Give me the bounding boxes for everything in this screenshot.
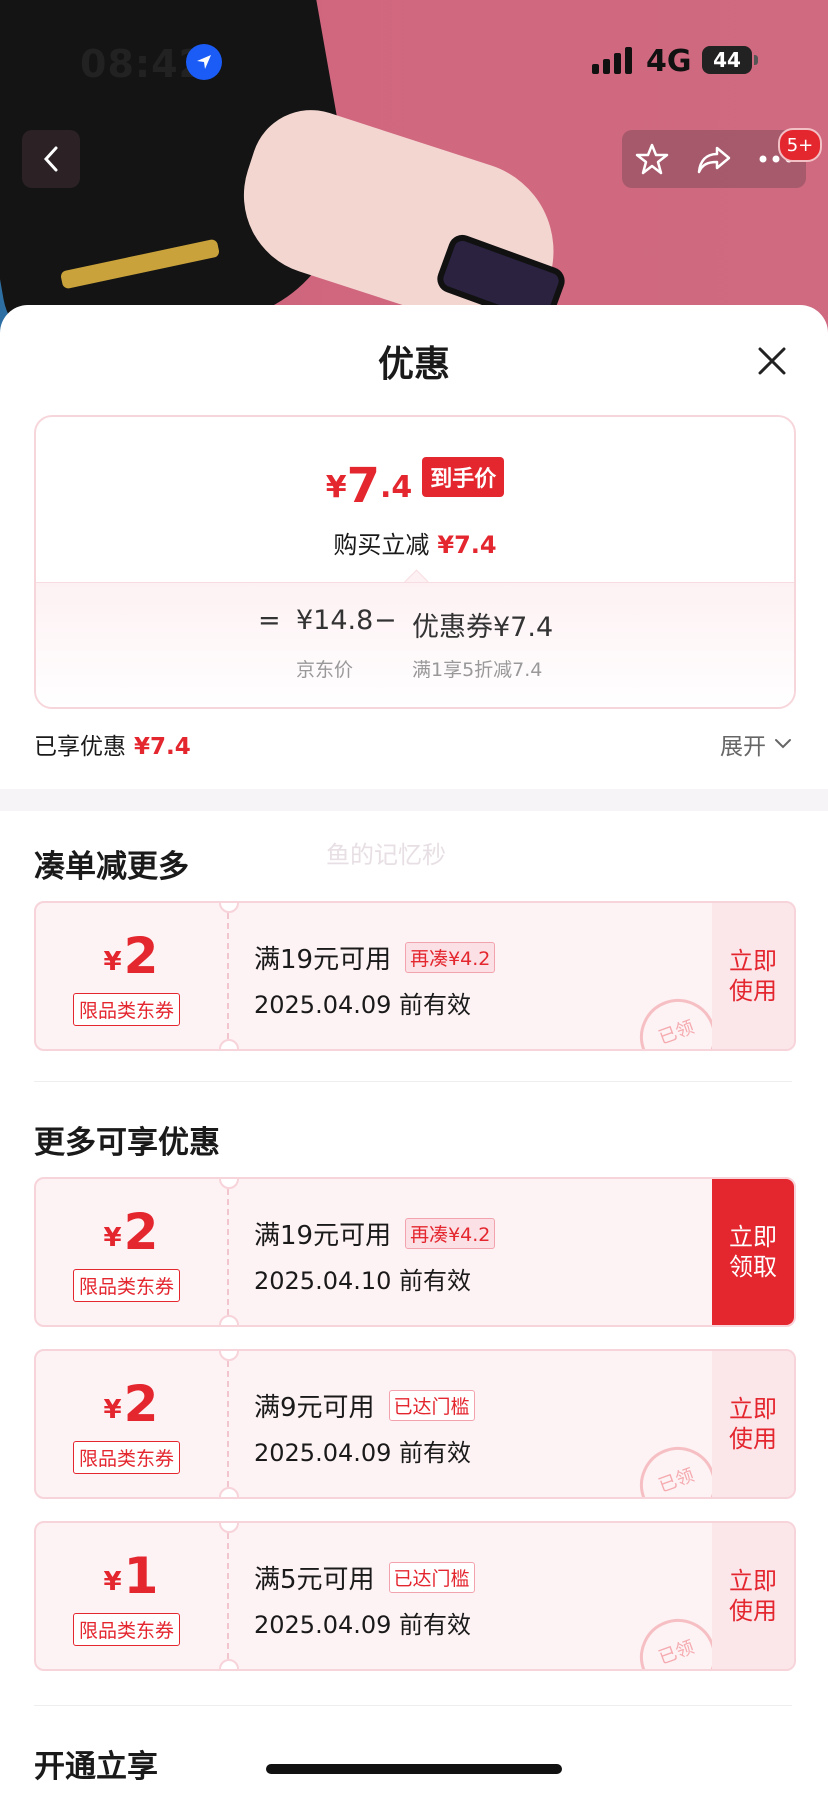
coupon-validity: 2025.04.09 前有效: [254, 1439, 472, 1467]
coupon-condition-text: 满19元可用: [254, 945, 392, 975]
discount-sheet: 优惠 ¥ 7 .4 到手价 购买立减 ¥7.4 = ¥14.8 − 优惠券¥7.4…: [0, 305, 828, 1796]
coupon-type: 限品类东券: [73, 1269, 181, 1302]
use-now-button[interactable]: 立即 使用: [712, 1351, 794, 1497]
perforation: [227, 1351, 229, 1497]
location-arrow-icon: [186, 44, 222, 80]
jd-price-label: 京东价: [296, 659, 354, 681]
coupon-type: 限品类东券: [73, 1613, 181, 1646]
coupon-card: ¥ 2 限品类东券 满19元可用 再凑¥4.2 2025.04.10 前有效 立…: [34, 1177, 796, 1327]
notch: [219, 1659, 239, 1669]
notch: [219, 1351, 239, 1361]
section-title-open: 开通立享: [34, 1749, 158, 1785]
coupon-condition-text: 满9元可用: [254, 1393, 375, 1423]
coupon-condition-text: 满19元可用: [254, 1221, 392, 1251]
notification-badge: 5+: [778, 128, 822, 162]
battery-icon: 44: [702, 46, 758, 74]
reduce-label: 购买立减: [333, 531, 430, 559]
coupon-card: ¥ 2 限品类东券 满9元可用 已达门槛 2025.04.09 前有效 已领 立…: [34, 1349, 796, 1499]
watermark: 鱼的记忆秒: [326, 841, 446, 869]
section-divider: [0, 789, 828, 811]
coupon-type: 限品类东券: [73, 993, 181, 1026]
final-price-tag: 到手价: [422, 457, 505, 497]
saved-discount: 已享优惠 ¥7.4: [34, 727, 191, 761]
coupon-validity: 2025.04.10 前有效: [254, 1267, 472, 1295]
coupon-chip: 再凑¥4.2: [405, 1218, 496, 1249]
coupon-condition-text: 满5元可用: [254, 1565, 375, 1595]
coupon-chip: 已达门槛: [388, 1390, 475, 1421]
coupon-amount: ¥ 2: [36, 1377, 226, 1431]
coupon-condition: 满19元可用 再凑¥4.2: [254, 939, 496, 976]
use-now-button[interactable]: 立即 使用: [712, 1523, 794, 1669]
notch: [219, 1179, 239, 1189]
sheet-title: 优惠: [377, 344, 450, 385]
coupon-desc: 满1享5折减7.4: [412, 659, 543, 681]
coupon-validity: 2025.04.09 前有效: [254, 1611, 472, 1639]
notch: [219, 1487, 239, 1497]
notch: [219, 1039, 239, 1049]
back-button[interactable]: [22, 130, 80, 188]
final-price-int: 7: [346, 458, 380, 514]
section-title-combo: 凑单减更多: [34, 849, 189, 885]
formula-equals: =: [258, 605, 281, 636]
coupon-value: 2: [123, 1203, 159, 1261]
perforation: [227, 1179, 229, 1325]
use-now-button[interactable]: 立即 使用: [712, 903, 794, 1049]
divider: [34, 1705, 792, 1706]
formula-minus: −: [374, 605, 397, 636]
chevron-down-icon: [775, 739, 791, 749]
coupon-card: ¥ 2 限品类东券 满19元可用 再凑¥4.2 2025.04.09 前有效 已…: [34, 901, 796, 1051]
notch: [219, 1523, 239, 1533]
final-price-dec: .4: [379, 470, 413, 505]
coupon-currency: ¥: [103, 1223, 122, 1253]
coupon-condition: 满5元可用 已达门槛: [254, 1559, 475, 1596]
coupon-currency: ¥: [103, 1567, 122, 1597]
coupon-amount: ¥ 1: [36, 1549, 226, 1603]
network-label: 4G: [646, 44, 692, 79]
coupon-type: 限品类东券: [73, 1441, 181, 1474]
price-breakdown: ¥ 7 .4 到手价 购买立减 ¥7.4 = ¥14.8 − 优惠券¥7.4 京东…: [34, 415, 796, 709]
coupon-value: 1: [123, 1547, 159, 1605]
final-price-currency: ¥: [325, 470, 347, 505]
star-icon[interactable]: [634, 141, 670, 177]
expand-label: 展开: [720, 734, 766, 760]
coupon-amount: ¥ 2: [36, 929, 226, 983]
perforation: [227, 903, 229, 1049]
coupon-currency: ¥: [103, 1395, 122, 1425]
notch: [219, 1315, 239, 1325]
coupon-value: 2: [123, 1375, 159, 1433]
back-chevron-icon: [43, 146, 58, 172]
coupon-chip: 再凑¥4.2: [405, 942, 496, 973]
notch: [219, 903, 239, 913]
saved-value: ¥7.4: [134, 734, 191, 760]
final-price: ¥ 7 .4 到手价: [36, 457, 794, 511]
claim-now-button[interactable]: 立即 领取: [712, 1179, 794, 1325]
divider: [34, 1081, 792, 1082]
saved-label: 已享优惠: [34, 734, 126, 760]
home-indicator[interactable]: [266, 1764, 562, 1774]
coupon-amount: ¥ 2: [36, 1205, 226, 1259]
coupon-currency: ¥: [103, 947, 122, 977]
coupon-chip: 已达门槛: [388, 1562, 475, 1593]
section-title-more: 更多可享优惠: [34, 1125, 220, 1161]
coupon-deduction: 优惠券¥7.4: [412, 612, 554, 643]
signal-icon: [592, 46, 632, 74]
coupon-condition: 满19元可用 再凑¥4.2: [254, 1215, 496, 1252]
coupon-card: ¥ 1 限品类东券 满5元可用 已达门槛 2025.04.09 前有效 已领 立…: [34, 1521, 796, 1671]
reduce-value: ¥7.4: [437, 531, 497, 559]
perforation: [227, 1523, 229, 1669]
coupon-condition: 满9元可用 已达门槛: [254, 1387, 475, 1424]
instant-reduction: 购买立减 ¥7.4: [36, 525, 794, 560]
share-icon[interactable]: [695, 142, 733, 176]
status-bar: 08:42 4G 44: [0, 0, 828, 110]
price-summary: ¥ 7 .4 到手价 购买立减 ¥7.4: [36, 417, 794, 582]
jd-price: ¥14.8: [296, 605, 374, 636]
coupon-value: 2: [123, 927, 159, 985]
close-icon[interactable]: [752, 341, 792, 381]
coupon-validity: 2025.04.09 前有效: [254, 991, 472, 1019]
price-formula: = ¥14.8 − 优惠券¥7.4 京东价 满1享5折减7.4: [36, 582, 794, 707]
expand-button[interactable]: 展开: [720, 727, 792, 761]
